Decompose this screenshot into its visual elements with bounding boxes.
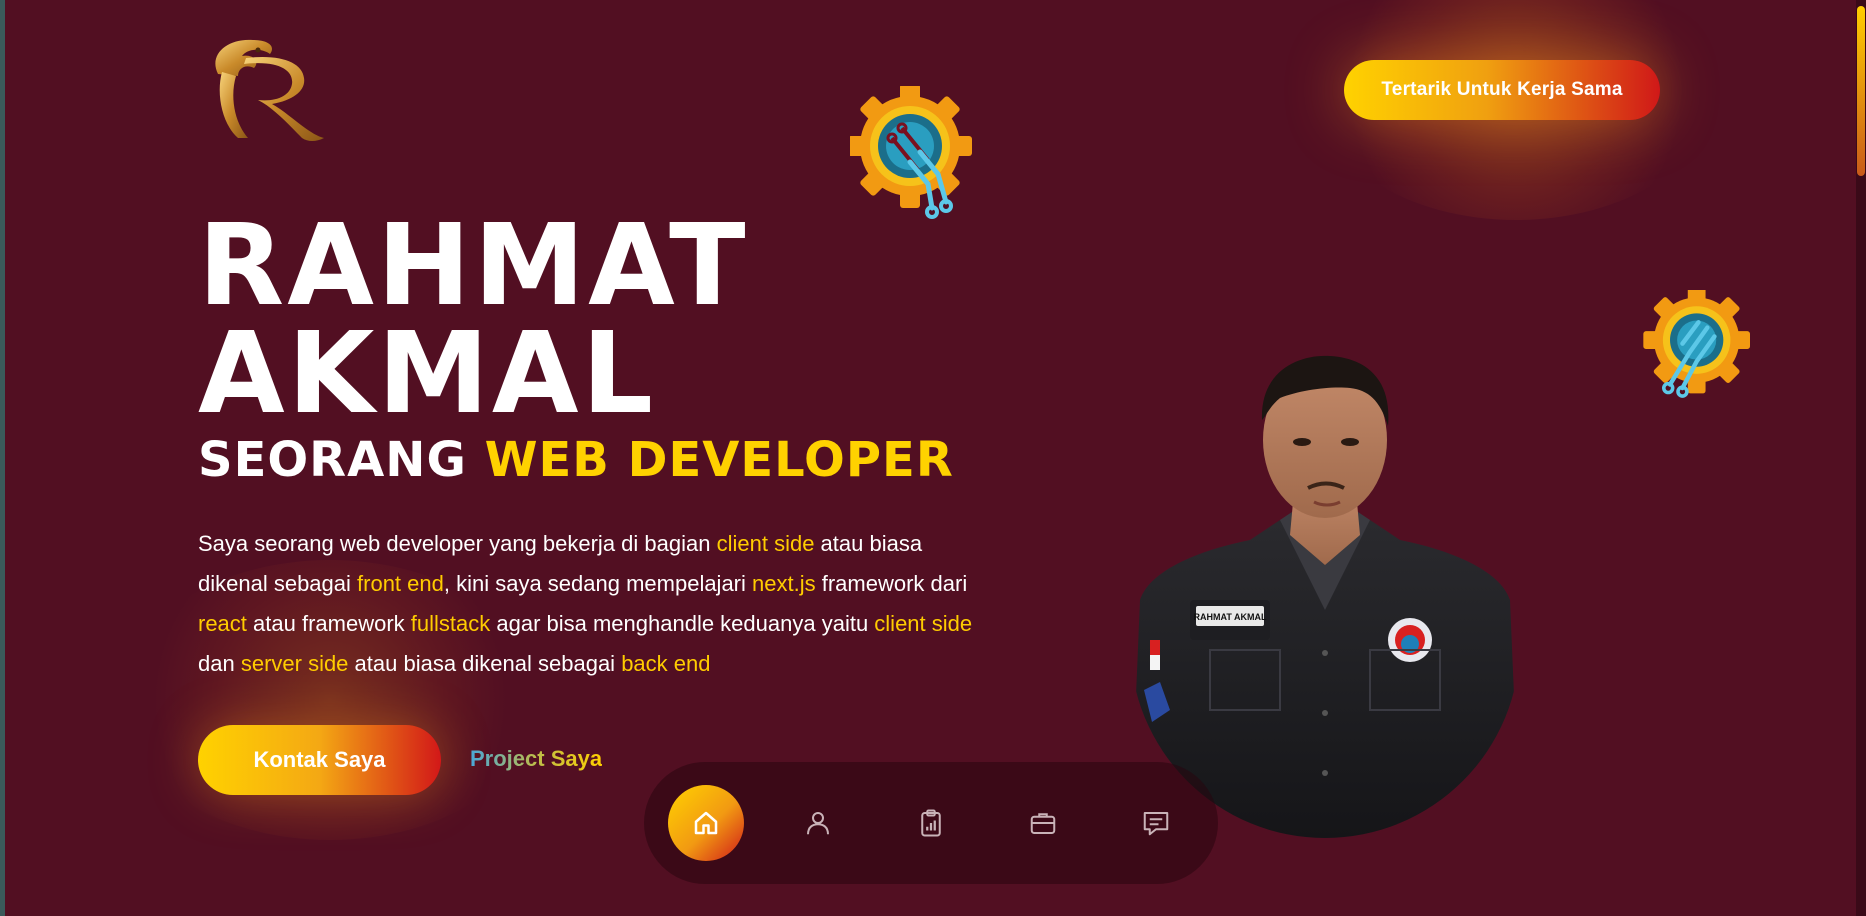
desc-highlight: react — [198, 611, 247, 636]
chat-icon — [1143, 812, 1169, 836]
nav-portfolio[interactable] — [1005, 785, 1081, 861]
nav-skills[interactable] — [893, 785, 969, 861]
profile-photo: RAHMAT AKMAL — [1130, 350, 1520, 838]
nav-home[interactable] — [668, 785, 744, 861]
desc-text: dan — [198, 651, 241, 676]
desc-highlight: front end — [357, 571, 444, 596]
desc-text: atau framework — [246, 611, 411, 636]
desc-highlight: server side — [240, 651, 349, 676]
scrollbar-thumb[interactable] — [1857, 6, 1865, 176]
desc-highlight: back end — [621, 651, 711, 676]
nav-about[interactable] — [780, 785, 856, 861]
person-photo-image: RAHMAT AKMAL — [1130, 355, 1520, 838]
eagle-r-logo-icon — [215, 39, 324, 141]
hero-subtitle: SEORANG WEB DEVELOPER — [198, 432, 954, 488]
scrollbar[interactable] — [1856, 0, 1866, 916]
subtitle-highlight: WEB DEVELOPER — [484, 432, 954, 488]
user-icon — [807, 812, 829, 835]
hero-name-last: AKMAL — [198, 309, 656, 439]
desc-highlight: next.js — [752, 571, 816, 596]
name-badge: RAHMAT AKMAL — [1194, 612, 1267, 622]
bottom-nav — [644, 762, 1218, 884]
desc-text: Saya seorang web developer yang bekerja … — [198, 531, 717, 556]
nav-contact[interactable] — [1118, 785, 1194, 861]
window-edge — [0, 0, 5, 916]
project-link[interactable]: Project Saya — [470, 746, 602, 772]
hero-description: Saya seorang web developer yang bekerja … — [198, 524, 988, 684]
desc-highlight: fullstack — [410, 611, 491, 636]
desc-text: framework dari — [815, 571, 968, 596]
contact-button[interactable]: Kontak Saya — [198, 725, 441, 795]
desc-text: atau biasa dikenal sebagai — [348, 651, 622, 676]
desc-highlight: client side — [716, 531, 815, 556]
gear-circuit-icon — [1643, 290, 1750, 398]
desc-text: , kini saya sedang mempelajari — [443, 571, 753, 596]
briefcase-icon — [1030, 813, 1056, 834]
home-icon — [694, 811, 718, 835]
desc-highlight: client side — [874, 611, 973, 636]
logo[interactable]: R — [198, 34, 328, 146]
desc-text: agar bisa menghandle keduanya yaitu — [490, 611, 875, 636]
hero-name-first: RAHMAT — [198, 201, 749, 331]
subtitle-prefix: SEORANG — [198, 432, 467, 488]
collaborate-button[interactable]: Tertarik Untuk Kerja Sama — [1344, 60, 1660, 120]
clipboard-chart-icon — [921, 809, 941, 837]
gear-circuit-icon — [850, 86, 972, 219]
